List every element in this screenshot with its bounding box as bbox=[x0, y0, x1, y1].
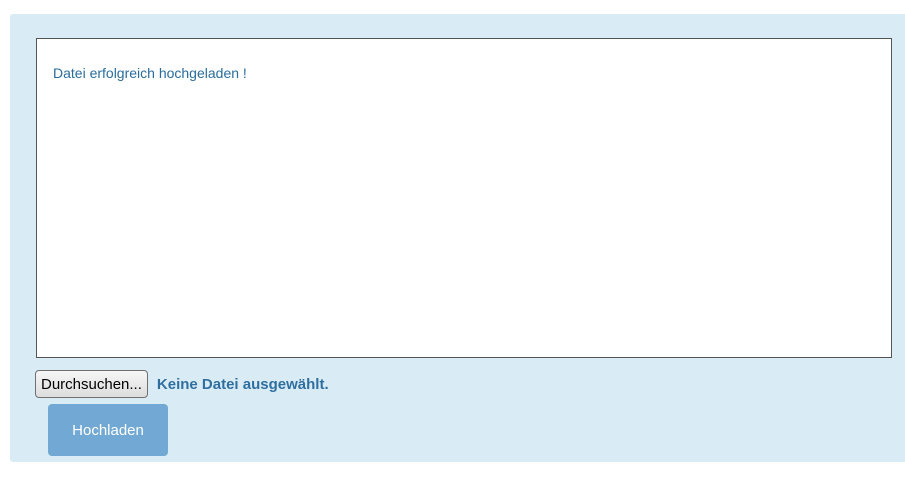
upload-panel: Datei erfolgreich hochgeladen ! Durchsuc… bbox=[10, 14, 905, 462]
file-input-row: Durchsuchen... Keine Datei ausgewählt. bbox=[35, 370, 329, 398]
file-status-label: Keine Datei ausgewählt. bbox=[156, 375, 329, 393]
success-message: Datei erfolgreich hochgeladen ! bbox=[53, 65, 247, 81]
browse-button[interactable]: Durchsuchen... bbox=[35, 370, 148, 398]
message-box: Datei erfolgreich hochgeladen ! bbox=[36, 38, 892, 358]
upload-button[interactable]: Hochladen bbox=[48, 404, 168, 456]
